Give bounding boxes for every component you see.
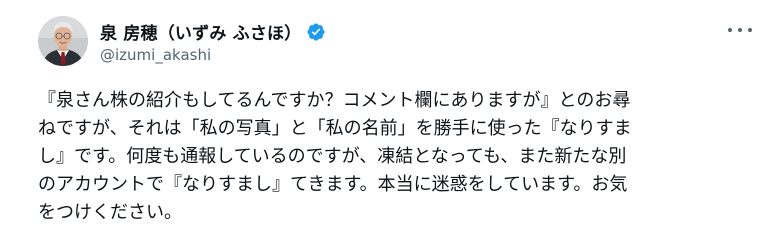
tweet-text-line: のアカウントで『なりすまし』てきます。本当に迷惑をしています。お気 [38, 174, 628, 195]
tweet-card: 泉 房穂（いずみ ふさほ） @izumi_akashi 『泉さん株の紹介もしてる… [0, 0, 776, 248]
author-name-row: 泉 房穂（いずみ ふさほ） [100, 19, 326, 44]
avatar-image [38, 16, 88, 66]
author-display-name[interactable]: 泉 房穂（いずみ ふさほ） [100, 19, 301, 44]
author-handle[interactable]: @izumi_akashi [100, 46, 211, 64]
tweet-text-line: し』です。何度も通報しているのですが、凍結となっても、また新たな別 [38, 146, 627, 167]
more-horizontal-icon[interactable] [728, 20, 752, 40]
more-dot [738, 28, 742, 32]
more-dot [748, 28, 752, 32]
tweet-text-line: 『泉さん株の紹介もしてるんですか？コメント欄にありますが』とのお尋 [38, 90, 631, 111]
tweet-text-line: をつけください。 [38, 202, 182, 223]
tweet-text: 『泉さん株の紹介もしてるんですか？コメント欄にありますが』とのお尋 ねですが、そ… [38, 87, 738, 227]
verified-badge-icon[interactable] [306, 22, 326, 42]
avatar[interactable] [38, 16, 88, 66]
more-dot [728, 28, 732, 32]
tweet-text-line: ねですが、それは「私の写真」と「私の名前」を勝手に使った『なりすま [38, 118, 632, 139]
